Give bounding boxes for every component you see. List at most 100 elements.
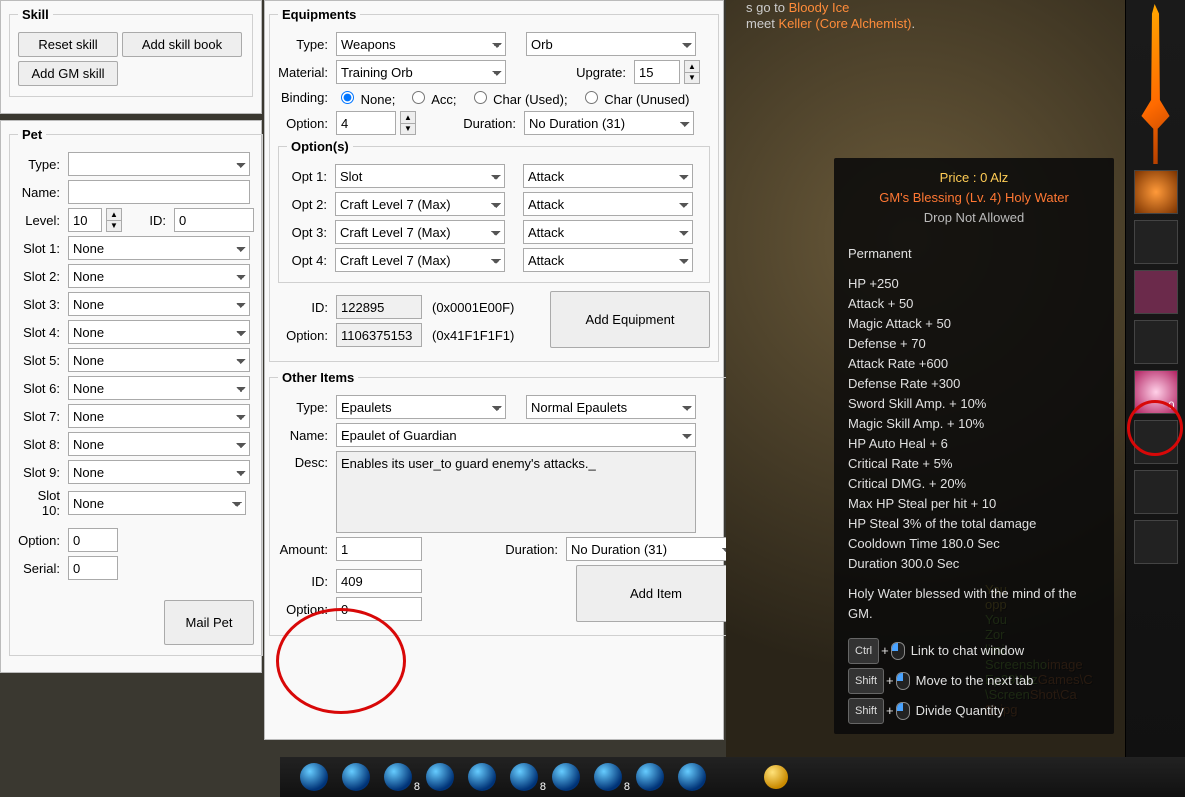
tooltip-permanent: Permanent: [848, 244, 1100, 264]
pet-slot6-label: Slot 6:: [18, 381, 64, 396]
eq-opt4-left[interactable]: Craft Level 7 (Max): [335, 248, 505, 272]
pet-slot8-select[interactable]: None: [68, 432, 250, 456]
other-option-input[interactable]: [336, 597, 422, 621]
inventory-slot[interactable]: [1134, 520, 1178, 564]
pet-type-label: Type:: [18, 157, 64, 172]
weapon-icon[interactable]: [1134, 4, 1178, 164]
eq-type-select[interactable]: Weapons: [336, 32, 506, 56]
eq-option-label: Option:: [278, 116, 332, 131]
pet-slot6-select[interactable]: None: [68, 376, 250, 400]
pet-slot5-label: Slot 5:: [18, 353, 64, 368]
pet-slot2-select[interactable]: None: [68, 264, 250, 288]
inventory-slot[interactable]: [1134, 270, 1178, 314]
tooltip-stat: HP +250: [848, 274, 1100, 294]
skillbar-slot[interactable]: [552, 763, 580, 791]
equipments-group: Equipments Type: Weapons Orb Material: T…: [269, 7, 719, 362]
inventory-strip: 0: [1125, 0, 1185, 757]
eq-id-input[interactable]: [336, 295, 422, 319]
eq-binding-none[interactable]: None;: [336, 88, 395, 107]
eq-option-spinner[interactable]: ▲▼: [400, 111, 416, 135]
pet-level-input[interactable]: [68, 208, 102, 232]
add-item-button[interactable]: Add Item: [576, 565, 736, 622]
pet-slot7-select[interactable]: None: [68, 404, 250, 428]
eq-binding-char-used[interactable]: Char (Used);: [469, 88, 568, 107]
skillbar-slot[interactable]: [678, 763, 706, 791]
eq-subtype-select[interactable]: Orb: [526, 32, 696, 56]
inventory-slot[interactable]: [1134, 470, 1178, 514]
skillbar-slot[interactable]: 8: [594, 763, 622, 791]
eq-opt1-right[interactable]: Attack: [523, 164, 693, 188]
inventory-slot[interactable]: [1134, 220, 1178, 264]
inventory-slot[interactable]: [1134, 320, 1178, 364]
eq-opt3-left[interactable]: Craft Level 7 (Max): [335, 220, 505, 244]
add-skill-book-button[interactable]: Add skill book: [122, 32, 242, 57]
pet-serial-input[interactable]: [68, 556, 118, 580]
pet-slot7-label: Slot 7:: [18, 409, 64, 424]
quest-tracker: s go to Bloody Ice meet Keller (Core Alc…: [746, 0, 915, 32]
skillbar-slot[interactable]: [468, 763, 496, 791]
eq-opt2-right[interactable]: Attack: [523, 192, 693, 216]
skillbar-slot[interactable]: [636, 763, 664, 791]
eq-binding-char-unused[interactable]: Char (Unused): [580, 88, 690, 107]
eq-options-legend: Option(s): [287, 139, 353, 154]
eq-option2-input[interactable]: [336, 323, 422, 347]
mouse-left-icon: [896, 702, 910, 720]
item-tooltip: Price : 0 Alz GM's Blessing (Lv. 4) Holy…: [834, 158, 1114, 734]
eq-upgrate-spinner[interactable]: ▲▼: [684, 60, 700, 84]
add-gm-skill-button[interactable]: Add GM skill: [18, 61, 118, 86]
pet-slot4-select[interactable]: None: [68, 320, 250, 344]
pet-group: Pet Type: Name: Level: ▲▼ ID: Slot 1:Non…: [9, 127, 263, 656]
eq-duration-select[interactable]: No Duration (31): [524, 111, 694, 135]
tooltip-hint-divide: Shift + Divide Quantity: [848, 698, 1100, 724]
add-equipment-button[interactable]: Add Equipment: [550, 291, 710, 348]
pet-level-spinner[interactable]: ▲▼: [106, 208, 122, 232]
pet-slot3-select[interactable]: None: [68, 292, 250, 316]
inventory-slot-holy-water[interactable]: 0: [1134, 370, 1178, 414]
other-subtype-select[interactable]: Normal Epaulets: [526, 395, 696, 419]
pet-slot5-select[interactable]: None: [68, 348, 250, 372]
tooltip-stat: Defense Rate +300: [848, 374, 1100, 394]
reset-skill-button[interactable]: Reset skill: [18, 32, 118, 57]
tooltip-stat: Cooldown Time 180.0 Sec: [848, 534, 1100, 554]
eq-opt1-left[interactable]: Slot: [335, 164, 505, 188]
pet-slot9-select[interactable]: None: [68, 460, 250, 484]
other-desc-textarea[interactable]: [336, 451, 696, 533]
other-type-select[interactable]: Epaulets: [336, 395, 506, 419]
other-amount-label: Amount:: [278, 542, 332, 557]
eq-opt3-right[interactable]: Attack: [523, 220, 693, 244]
skill-legend: Skill: [18, 7, 53, 22]
eq-opt4-right[interactable]: Attack: [523, 248, 693, 272]
skillbar-slot[interactable]: 8: [510, 763, 538, 791]
eq-material-select[interactable]: Training Orb: [336, 60, 506, 84]
currency-icon[interactable]: [764, 765, 788, 789]
inventory-slot[interactable]: [1134, 170, 1178, 214]
tooltip-stat: HP Auto Heal + 6: [848, 434, 1100, 454]
skillbar-slot[interactable]: [342, 763, 370, 791]
pet-option-input[interactable]: [68, 528, 118, 552]
eq-opt2-left[interactable]: Craft Level 7 (Max): [335, 192, 505, 216]
other-option-label: Option:: [278, 602, 332, 617]
other-amount-input[interactable]: [336, 537, 422, 561]
eq-option-input[interactable]: [336, 111, 396, 135]
skillbar-slot[interactable]: 8: [384, 763, 412, 791]
eq-upgrate-input[interactable]: [634, 60, 680, 84]
skillbar-slot[interactable]: [300, 763, 328, 791]
ctrl-key-icon: Ctrl: [848, 638, 879, 664]
inventory-slot[interactable]: [1134, 420, 1178, 464]
pet-name-input[interactable]: [68, 180, 250, 204]
eq-option2-hex: (0x41F1F1F1): [432, 328, 514, 343]
skillbar-slot[interactable]: [426, 763, 454, 791]
mail-pet-button[interactable]: Mail Pet: [164, 600, 254, 645]
pet-slot10-select[interactable]: None: [68, 491, 246, 515]
mouse-left-icon: [891, 642, 905, 660]
other-name-label: Name:: [278, 428, 332, 443]
pet-type-select[interactable]: [68, 152, 250, 176]
eq-opt3-label: Opt 3:: [287, 225, 331, 240]
other-name-select[interactable]: Epaulet of Guardian: [336, 423, 696, 447]
other-duration-select[interactable]: No Duration (31): [566, 537, 736, 561]
equipments-legend: Equipments: [278, 7, 360, 22]
pet-id-input[interactable]: [174, 208, 254, 232]
other-id-input[interactable]: [336, 569, 422, 593]
pet-slot1-select[interactable]: None: [68, 236, 250, 260]
eq-binding-acc[interactable]: Acc;: [407, 88, 456, 107]
